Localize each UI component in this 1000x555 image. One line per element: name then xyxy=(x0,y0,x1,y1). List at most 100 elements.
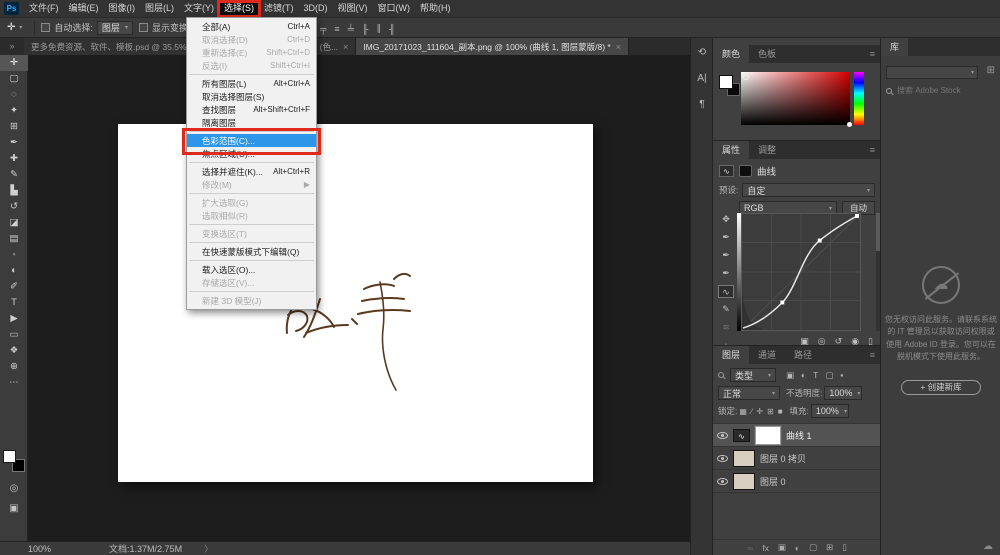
layer-name[interactable]: 图层 0 拷贝 xyxy=(760,452,806,465)
close-icon[interactable]: × xyxy=(343,42,348,52)
tool-healing-brush[interactable]: ✚ xyxy=(0,151,28,167)
menu-item[interactable] xyxy=(189,74,314,75)
lock-image-icon[interactable]: ∕ xyxy=(751,407,752,416)
menu-item[interactable]: 重新选择(E) Shift+Ctrl+D xyxy=(187,46,316,59)
menu-item[interactable]: 载入选区(O)... xyxy=(187,263,316,276)
distribute-bottom-icon[interactable]: ╧ xyxy=(348,24,354,34)
gray-point-eyedropper-icon[interactable]: ✒ xyxy=(718,249,734,262)
menu-item[interactable] xyxy=(189,291,314,292)
tool-crop[interactable]: ⊞ xyxy=(0,119,28,135)
tool-lasso[interactable]: ◌ xyxy=(0,87,28,103)
visibility-eye-icon[interactable] xyxy=(717,455,728,462)
auto-select-checkbox[interactable] xyxy=(41,23,50,32)
history-panel-icon[interactable]: ⟲ xyxy=(691,42,713,64)
menu-item[interactable]: 扩大选取(G) xyxy=(187,196,316,209)
black-point-eyedropper-icon[interactable]: ✒ xyxy=(718,231,734,244)
layer-thumbnail[interactable] xyxy=(733,450,755,467)
tab-layers[interactable]: 图层 xyxy=(713,346,749,364)
panel-menu-icon[interactable]: ≡ xyxy=(864,45,881,63)
tab-channels[interactable]: 通道 xyxy=(749,346,785,364)
status-chevron-icon[interactable]: 〉 xyxy=(204,542,213,555)
color-swatch-pair[interactable] xyxy=(719,75,741,97)
menu-file[interactable]: 文件(F) xyxy=(24,0,64,17)
tool-move[interactable]: ✛ xyxy=(0,55,28,71)
tool-blur[interactable]: ◦ xyxy=(0,247,28,263)
visibility-eye-icon[interactable] xyxy=(717,478,728,485)
filter-adjustment-icon[interactable]: ◐ xyxy=(801,370,806,381)
tab-swatches[interactable]: 色板 xyxy=(749,45,785,63)
tab-properties[interactable]: 属性 xyxy=(713,141,749,159)
filter-type-icon[interactable]: T xyxy=(813,370,818,381)
quick-mask-icon[interactable]: ◎ xyxy=(0,483,28,494)
distribute-horizontal-center-icon[interactable]: ∥ xyxy=(376,23,381,34)
tab-color[interactable]: 颜色 xyxy=(713,45,749,63)
menu-window[interactable]: 窗口(W) xyxy=(373,0,416,17)
new-adjustment-layer-icon[interactable]: ◐ xyxy=(795,543,800,553)
grid-view-icon[interactable]: ⊞ xyxy=(987,65,995,76)
filter-type-dropdown[interactable]: 类型 ▾ xyxy=(730,368,776,382)
tool-edit-toolbar[interactable]: ⋯ xyxy=(0,375,28,391)
curve-point[interactable] xyxy=(855,214,859,218)
menu-item[interactable]: 取消选择图层(S) xyxy=(187,90,316,103)
menu-item[interactable] xyxy=(189,193,314,194)
tool-clone-stamp[interactable]: ▙ xyxy=(0,183,28,199)
smooth-curve-icon[interactable]: ≋ xyxy=(718,321,734,334)
curves-graph[interactable] xyxy=(741,213,861,331)
paragraph-panel-icon[interactable]: ¶ xyxy=(691,94,713,116)
preset-dropdown[interactable]: 自定 ▾ xyxy=(742,183,875,197)
menu-item[interactable]: 色彩范围(C)... xyxy=(187,134,316,147)
character-panel-icon[interactable]: A| xyxy=(691,68,713,90)
new-group-icon[interactable]: ▢ xyxy=(809,542,817,553)
tab-paths[interactable]: 路径 xyxy=(785,346,821,364)
filter-smart-icon[interactable]: ▪ xyxy=(840,370,843,381)
distribute-top-icon[interactable]: ╤ xyxy=(320,24,326,34)
menu-item[interactable] xyxy=(189,224,314,225)
zoom-level[interactable]: 100% xyxy=(28,544,51,554)
menu-item[interactable]: 焦点区域(U)... xyxy=(187,147,316,160)
auto-select-target-dropdown[interactable]: 图层 ▾ xyxy=(97,21,133,35)
layer-thumbnail[interactable] xyxy=(733,473,755,490)
layer-curves-1[interactable]: 曲线 1 xyxy=(713,424,881,447)
panel-menu-icon[interactable]: ≡ xyxy=(864,141,881,159)
opacity-dropdown[interactable]: 100% ▾ xyxy=(824,386,862,400)
tool-shape[interactable]: ▭ xyxy=(0,327,28,343)
edit-points-icon[interactable]: ∿ xyxy=(718,285,734,298)
tab-libraries[interactable]: 库 xyxy=(881,38,908,56)
fill-dropdown[interactable]: 100% ▾ xyxy=(811,404,849,418)
targeted-adjustment-icon[interactable]: ✥ xyxy=(718,213,734,226)
menu-item[interactable] xyxy=(189,242,314,243)
menu-item[interactable]: 取消选择(D) Ctrl+D xyxy=(187,33,316,46)
tool-brush[interactable]: ✎ xyxy=(0,167,28,183)
lock-position-icon[interactable]: ✛ xyxy=(756,407,763,416)
tab-overflow-icon[interactable]: » xyxy=(0,38,24,55)
distribute-vertical-center-icon[interactable]: ≡ xyxy=(334,24,339,34)
menu-filter[interactable]: 滤镜(T) xyxy=(259,0,299,17)
menu-item[interactable]: 选择并遮住(K)... Alt+Ctrl+R xyxy=(187,165,316,178)
visibility-eye-icon[interactable] xyxy=(717,432,728,439)
layer-name[interactable]: 曲线 1 xyxy=(786,429,812,442)
create-library-button[interactable]: + 创建新库 xyxy=(901,380,981,395)
menu-item[interactable] xyxy=(189,131,314,132)
menu-item[interactable]: 查找图层 Alt+Shift+Ctrl+F xyxy=(187,103,316,116)
menu-item[interactable]: 修改(M) ▶ xyxy=(187,178,316,191)
tool-zoom[interactable]: ⊕ xyxy=(0,359,28,375)
menu-item[interactable]: 所有图层(L) Alt+Ctrl+A xyxy=(187,77,316,90)
tool-eyedropper[interactable]: ✒ xyxy=(0,135,28,151)
menu-item[interactable]: 新建 3D 模型(J) xyxy=(187,294,316,307)
chevron-down-icon[interactable]: ▾ xyxy=(19,24,22,31)
panel-menu-icon[interactable]: ≡ xyxy=(864,346,881,364)
color-swatches[interactable] xyxy=(3,450,25,472)
tool-type[interactable]: T xyxy=(0,295,28,311)
draw-curve-icon[interactable]: ✎ xyxy=(718,303,734,316)
library-dropdown[interactable]: ▾ xyxy=(886,66,978,79)
tool-gradient[interactable]: ▤ xyxy=(0,231,28,247)
menu-view[interactable]: 视图(V) xyxy=(333,0,373,17)
lock-artboard-icon[interactable]: ⊞ xyxy=(767,407,774,416)
curve-point[interactable] xyxy=(818,239,822,243)
menu-help[interactable]: 帮助(H) xyxy=(415,0,456,17)
hue-slider[interactable] xyxy=(854,72,864,125)
delete-layer-icon[interactable]: ▯ xyxy=(842,542,847,553)
layer-thumbnail[interactable] xyxy=(733,429,750,442)
lock-all-icon[interactable]: ■ xyxy=(778,407,783,416)
layer-style-icon[interactable]: fx xyxy=(762,543,769,553)
